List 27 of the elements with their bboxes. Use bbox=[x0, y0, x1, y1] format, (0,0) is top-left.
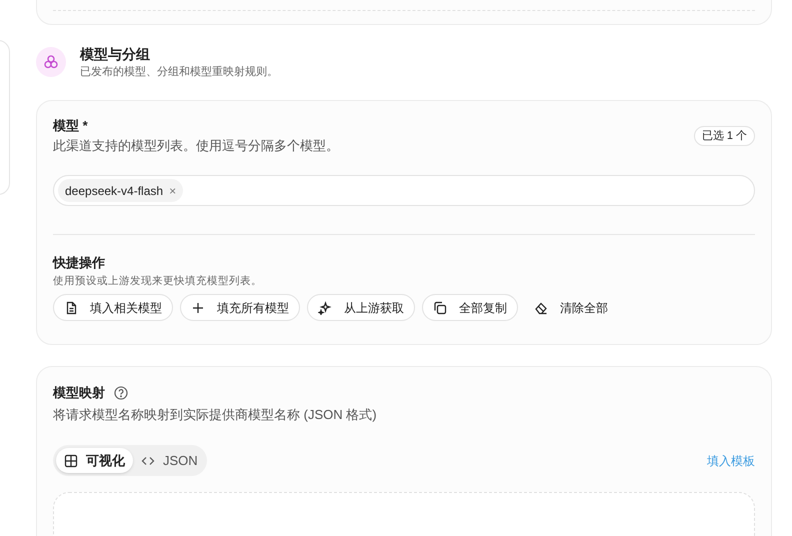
mapping-title: 模型映射 bbox=[53, 384, 105, 402]
quick-action-button[interactable]: 填充所有模型 bbox=[180, 294, 300, 321]
section-title: 模型与分组 bbox=[80, 45, 151, 64]
quick-action-button[interactable]: 从上游获取 bbox=[307, 294, 415, 321]
cubes-icon bbox=[36, 47, 66, 77]
view-mode-tab[interactable]: JSON bbox=[135, 448, 204, 473]
quick-actions-title: 快捷操作 bbox=[53, 254, 106, 272]
quick-action-button[interactable]: 填入相关模型 bbox=[53, 294, 173, 321]
sparkle-icon bbox=[318, 300, 332, 314]
models-description: 此渠道支持的模型列表。使用逗号分隔多个模型。 bbox=[53, 137, 339, 155]
plus-icon bbox=[191, 300, 205, 314]
models-label: 模型 * bbox=[53, 117, 89, 135]
quick-action-button[interactable]: 清除全部 bbox=[525, 294, 617, 321]
eraser-icon bbox=[534, 300, 548, 314]
view-mode-tab[interactable]: 可视化 bbox=[56, 448, 133, 473]
quick-action-button[interactable]: 全部复制 bbox=[422, 294, 518, 321]
selected-count-badge: 已选 1 个 bbox=[694, 126, 755, 146]
section-subtitle: 已发布的模型、分组和模型重映射规则。 bbox=[80, 65, 278, 80]
copy-icon bbox=[433, 300, 447, 314]
mapping-description: 将请求模型名称映射到实际提供商模型名称 (JSON 格式) bbox=[53, 406, 378, 424]
models-input-field[interactable]: deepseek-v4-flash × bbox=[53, 175, 755, 206]
table-icon bbox=[64, 454, 78, 468]
quick-actions-subtitle: 使用预设或上游发现来更快填充模型列表。 bbox=[53, 274, 263, 289]
help-icon[interactable] bbox=[114, 386, 128, 400]
model-chip: deepseek-v4-flash × bbox=[58, 179, 184, 202]
remove-chip-button[interactable]: × bbox=[169, 184, 176, 196]
document-icon bbox=[64, 300, 78, 314]
